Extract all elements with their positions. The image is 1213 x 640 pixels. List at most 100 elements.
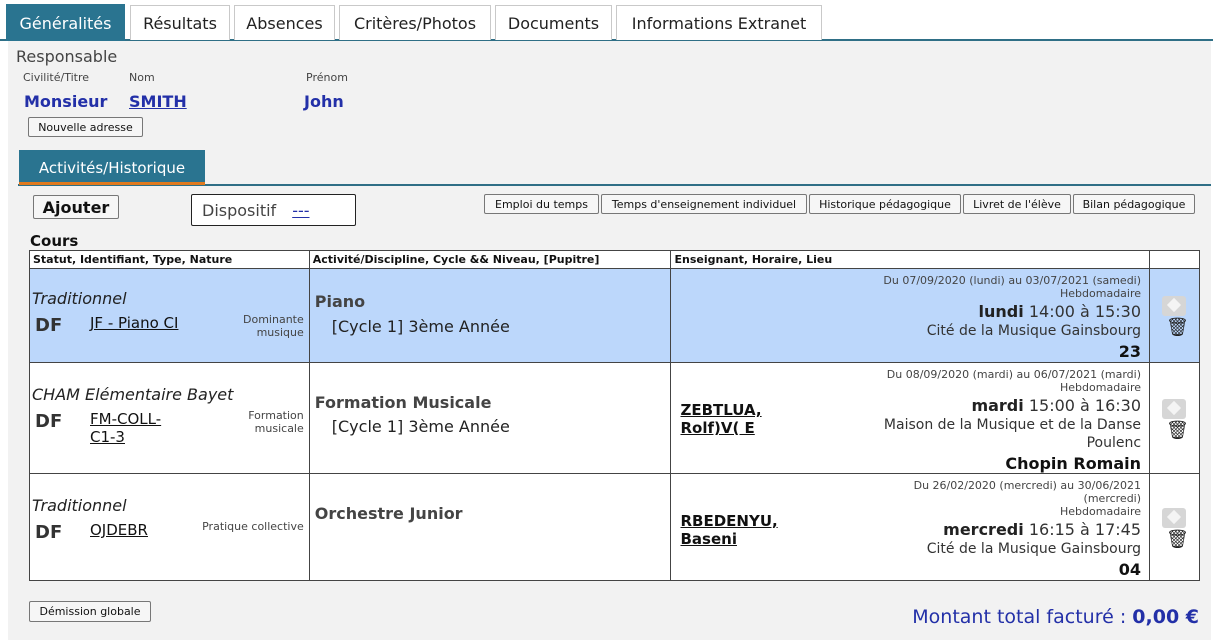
statut-text: Traditionnel: [32, 289, 127, 308]
identifiant-link-line: C1-3: [90, 428, 125, 446]
jour-text: lundi: [978, 302, 1024, 321]
temps-enseignement-button[interactable]: Temps d'enseignement individuel: [601, 194, 807, 214]
tab-documents[interactable]: Documents: [495, 5, 612, 40]
prenom-value: John: [304, 92, 344, 111]
enseignant-link-line: ZEBTLUA,: [680, 401, 762, 419]
tab-criteres-photos[interactable]: Critères/Photos: [339, 5, 491, 40]
trash-icon[interactable]: 🗑: [1166, 530, 1189, 550]
new-address-button[interactable]: Nouvelle adresse: [28, 117, 143, 137]
type-nature-line: musicale: [254, 422, 304, 435]
activite-cell: Formation Musicale [Cycle 1] 3ème Année: [308, 362, 672, 474]
period-text-line: Hebdomadaire: [1060, 287, 1142, 300]
dispositif-value[interactable]: ---: [292, 201, 309, 220]
civilite-label: Civilité/Titre: [23, 71, 89, 84]
jour-text: mercredi: [943, 520, 1024, 539]
period-text: Du 08/09/2020 (mardi) au 06/07/2021 (mar…: [887, 368, 1141, 394]
trash-icon[interactable]: 🗑: [1166, 421, 1189, 441]
period-text-line: Hebdomadaire: [1060, 505, 1142, 518]
period-text-line: Du 26/02/2020 (mercredi) au 30/06/2021: [913, 479, 1142, 492]
lieu-text: Cité de la Musique Gainsbourg: [927, 540, 1141, 558]
ajouter-button[interactable]: Ajouter: [33, 195, 119, 219]
discipline-text: Formation Musicale: [314, 393, 492, 412]
discipline-text: Piano: [314, 292, 366, 311]
lieu-text: Cité de la Musique Gainsbourg: [927, 322, 1141, 340]
period-text-line: Du 07/09/2020 (lundi) au 03/07/2021 (sam…: [883, 274, 1142, 287]
discipline-text: Orchestre Junior: [314, 504, 463, 523]
statut-text: CHAM Elémentaire Bayet: [32, 385, 234, 404]
historique-pedagogique-button[interactable]: Historique pédagogique: [809, 194, 961, 214]
tab-activites-historique[interactable]: Activités/Historique: [19, 150, 205, 185]
statut-cell: Traditionnel DF JF - Piano CI Dominante musi…: [29, 268, 310, 363]
type-nature-line: musique: [256, 326, 304, 339]
type-nature: Dominante musique: [243, 313, 304, 339]
demission-globale-button[interactable]: Démission globale: [29, 601, 151, 622]
identifiant-link[interactable]: JF - Piano CI: [90, 314, 178, 332]
identifiant-link[interactable]: FM-COLL- C1-3: [90, 410, 161, 446]
responsable-title: Responsable: [16, 47, 118, 66]
type-nature-line: Formation: [248, 409, 304, 422]
enseignant-link-line: Rolf)V( E: [680, 419, 755, 437]
enseignant-cell: ZEBTLUA, Rolf)V( E Du 08/09/2020 (mardi) a…: [670, 362, 1151, 474]
tab-absences[interactable]: Absences: [234, 5, 335, 40]
horaire: lundi 14:00 à 15:30: [979, 302, 1142, 321]
actions-cell: 🗑: [1149, 473, 1200, 581]
tab-generalites[interactable]: Généralités: [6, 4, 125, 41]
actions-cell: 🗑: [1149, 268, 1200, 363]
tab-resultats[interactable]: Résultats: [130, 5, 230, 40]
lieu-text-line: Maison de la Musique et de la Danse: [883, 417, 1142, 433]
civilite-value: Monsieur: [24, 92, 108, 111]
lieu-text-line: Cité de la Musique Gainsbourg: [926, 323, 1142, 339]
period-text-line: Du 08/09/2020 (mardi) au 06/07/2021 (mar…: [886, 368, 1142, 381]
enseignant-link[interactable]: RBEDENYU, Baseni: [680, 512, 777, 548]
table-row[interactable]: CHAM Elémentaire Bayet DF FM-COLL- C1-3 Form…: [29, 362, 1200, 474]
header-actions: [1149, 250, 1200, 269]
cycle-niveau: [Cycle 1] 3ème Année: [331, 317, 510, 336]
emploi-du-temps-button[interactable]: Emploi du temps: [484, 194, 599, 214]
nom-link[interactable]: SMITH: [129, 92, 187, 111]
heure-text: 14:00 à 15:30: [1028, 302, 1142, 321]
code-badge: DF: [35, 315, 63, 336]
total-amount: Montant total facturé : 0,00 €: [912, 606, 1199, 628]
statut-text: Traditionnel: [32, 496, 127, 515]
activite-cell: Piano [Cycle 1] 3ème Année: [308, 268, 672, 363]
salle-text: 04: [1118, 560, 1142, 579]
table-row[interactable]: Traditionnel DF OJDEBR Pratique collective O…: [29, 473, 1200, 581]
period-text-line: Hebdomadaire: [1060, 381, 1142, 394]
identifiant-link-line: JF - Piano CI: [90, 314, 179, 332]
cours-table: Statut, Identifiant, Type, Nature Activi…: [29, 250, 1200, 581]
enseignant-cell: RBEDENYU, Baseni Du 26/02/2020 (mercredi) …: [670, 473, 1151, 581]
dispositif-select[interactable]: Dispositif ---: [191, 194, 356, 226]
statut-cell: Traditionnel DF OJDEBR Pratique collective: [29, 473, 310, 581]
edit-icon[interactable]: [1162, 296, 1187, 316]
type-nature: Formation musicale: [248, 409, 304, 435]
cours-title: Cours: [30, 232, 79, 250]
salle-text: 23: [1118, 342, 1142, 361]
livret-eleve-button[interactable]: Livret de l'élève: [963, 194, 1071, 214]
bilan-pedagogique-button[interactable]: Bilan pédagogique: [1073, 194, 1195, 214]
prenom-label: Prénom: [306, 71, 348, 84]
actions-cell: 🗑: [1149, 362, 1200, 474]
enseignant-link[interactable]: ZEBTLUA, Rolf)V( E: [680, 401, 761, 437]
trash-icon[interactable]: 🗑: [1166, 318, 1189, 338]
type-nature: Pratique collective: [202, 520, 304, 533]
heure-text: 15:00 à 16:30: [1028, 396, 1142, 415]
active-subtab-indicator: [19, 182, 205, 185]
table-row[interactable]: Traditionnel DF JF - Piano CI Dominante musi…: [29, 268, 1200, 363]
edit-icon[interactable]: [1162, 399, 1187, 419]
edit-icon[interactable]: [1162, 508, 1187, 528]
dispositif-label: Dispositif: [202, 201, 277, 220]
header-enseignant: Enseignant, Horaire, Lieu: [670, 250, 1151, 269]
identifiant-link[interactable]: OJDEBR: [90, 521, 148, 539]
code-badge: DF: [35, 411, 63, 432]
enseignant-cell: Du 07/09/2020 (lundi) au 03/07/2021 (sam…: [670, 268, 1151, 363]
lieu-text-line: Poulenc: [1086, 435, 1142, 451]
period-text: Du 07/09/2020 (lundi) au 03/07/2021 (sam…: [883, 274, 1141, 300]
total-value: 0,00 €: [1132, 606, 1199, 628]
statut-cell: CHAM Elémentaire Bayet DF FM-COLL- C1-3 Form…: [29, 362, 310, 474]
total-label: Montant total facturé :: [912, 606, 1133, 628]
horaire: mercredi 16:15 à 17:45: [943, 520, 1141, 539]
lieu-text: Maison de la Musique et de la Danse Poule…: [884, 416, 1141, 452]
enseignant-link-line: Baseni: [680, 530, 737, 548]
tab-informations-extranet[interactable]: Informations Extranet: [616, 5, 822, 40]
type-nature-line: Dominante: [243, 313, 304, 326]
